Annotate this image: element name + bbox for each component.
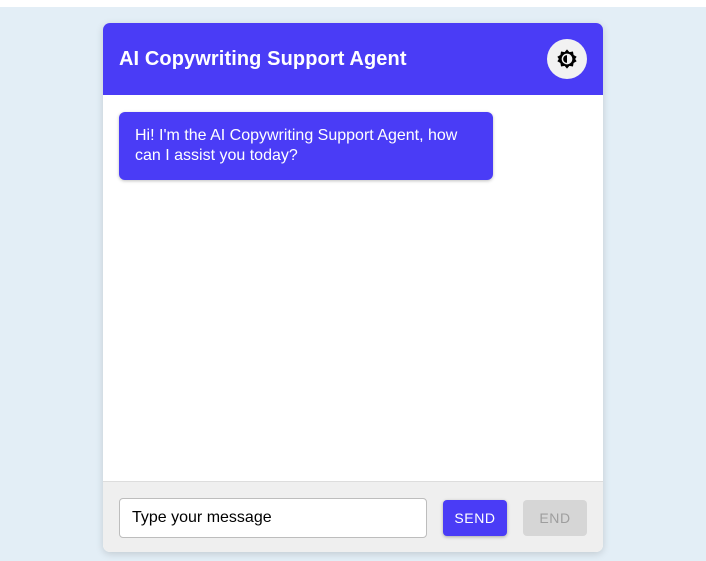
send-button[interactable]: SEND — [443, 500, 507, 536]
chat-window: AI Copywriting Support Agent Hi! I'm the… — [103, 23, 603, 552]
message-input[interactable] — [119, 498, 427, 538]
chat-title: AI Copywriting Support Agent — [119, 47, 407, 70]
composer-bar: SEND END — [103, 481, 603, 552]
end-button[interactable]: END — [523, 500, 587, 536]
brightness-icon — [557, 49, 577, 69]
agent-message-bubble: Hi! I'm the AI Copywriting Support Agent… — [119, 112, 493, 180]
message-list: Hi! I'm the AI Copywriting Support Agent… — [103, 95, 603, 481]
theme-toggle-button[interactable] — [547, 39, 587, 79]
chat-header: AI Copywriting Support Agent — [103, 23, 603, 95]
